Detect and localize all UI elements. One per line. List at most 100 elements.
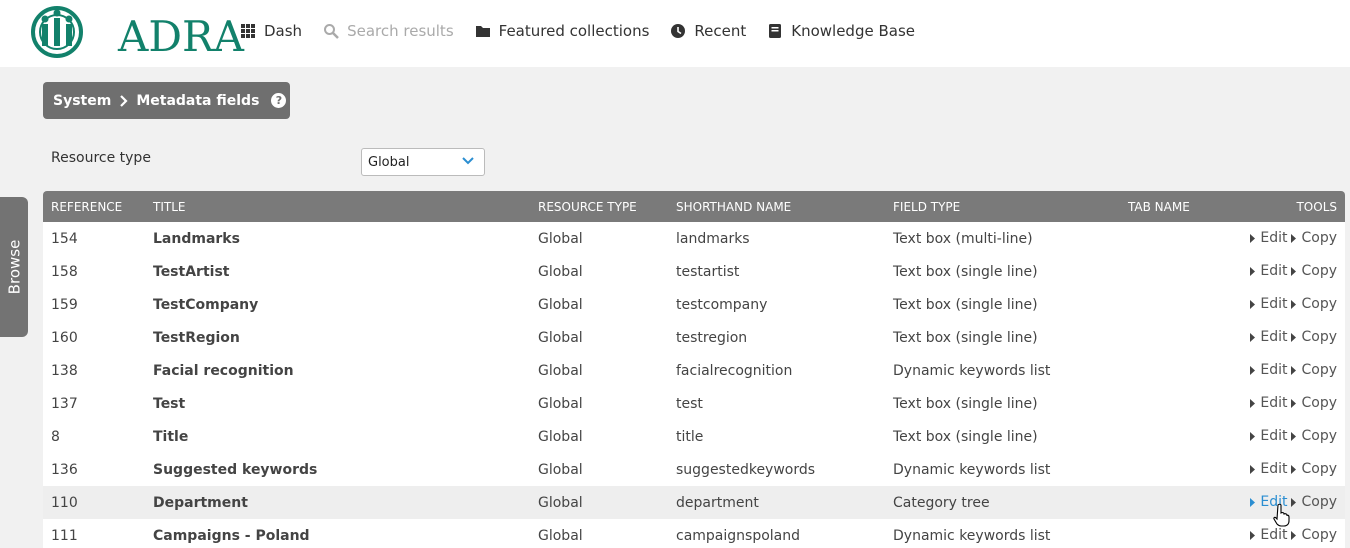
- copy-link[interactable]: Copy: [1291, 428, 1337, 444]
- edit-link[interactable]: Edit: [1250, 362, 1287, 378]
- cell-field-type: Dynamic keywords list: [893, 362, 1051, 379]
- edit-link[interactable]: Edit: [1250, 428, 1287, 444]
- copy-link[interactable]: Copy: [1291, 527, 1337, 543]
- logo-text: ADRA: [118, 12, 244, 61]
- copy-link-label: Copy: [1301, 428, 1337, 445]
- table-row: 110 Department Global department Category tr…: [43, 486, 1345, 519]
- table-row: 159 TestCompany Global testcompany Text box …: [43, 288, 1345, 321]
- cell-tools: Edit Copy: [1225, 255, 1345, 288]
- resource-type-value: Global: [368, 155, 410, 170]
- col-tab-name[interactable]: TAB NAME: [1120, 191, 1225, 222]
- copy-link[interactable]: Copy: [1291, 329, 1337, 345]
- main-nav: Dash Search results Featured collections…: [240, 22, 936, 40]
- cell-tools: Edit Copy: [1225, 453, 1345, 486]
- cell-field-type: Dynamic keywords list: [893, 527, 1051, 544]
- cell-title: TestRegion: [153, 329, 240, 346]
- adra-logo[interactable]: ADRA: [22, 6, 244, 60]
- edit-link[interactable]: Edit: [1250, 263, 1287, 279]
- edit-link[interactable]: Edit: [1250, 461, 1287, 477]
- caret-right-icon: [1250, 233, 1256, 243]
- chevron-right-icon: [119, 94, 128, 107]
- cell-title: Campaigns - Poland: [153, 527, 310, 544]
- copy-link-label: Copy: [1301, 362, 1337, 379]
- copy-link[interactable]: Copy: [1291, 230, 1337, 246]
- copy-link[interactable]: Copy: [1291, 395, 1337, 411]
- cell-tab-name: [1120, 486, 1225, 519]
- cell-resource-type: Global: [538, 263, 583, 280]
- cell-reference: 110: [51, 494, 78, 511]
- cell-title: Title: [153, 428, 189, 445]
- copy-link[interactable]: Copy: [1291, 296, 1337, 312]
- copy-link[interactable]: Copy: [1291, 461, 1337, 477]
- copy-link-label: Copy: [1301, 527, 1337, 544]
- cell-title: Test: [153, 395, 186, 412]
- nav-search-results-label: Search results: [347, 22, 454, 40]
- caret-right-icon: [1250, 497, 1256, 507]
- nav-dash[interactable]: Dash: [240, 22, 302, 40]
- nav-featured-collections[interactable]: Featured collections: [475, 22, 649, 40]
- cell-resource-type: Global: [538, 395, 583, 412]
- copy-link[interactable]: Copy: [1291, 494, 1337, 510]
- cell-field-type: Text box (single line): [893, 329, 1038, 346]
- breadcrumb: System Metadata fields ?: [43, 82, 290, 119]
- breadcrumb-system[interactable]: System: [53, 93, 111, 109]
- nav-knowledge-base[interactable]: Knowledge Base: [767, 22, 915, 40]
- table-row: 160 TestRegion Global testregion Text box (s…: [43, 321, 1345, 354]
- cell-shorthand-name: testartist: [676, 263, 740, 280]
- copy-link-label: Copy: [1301, 296, 1337, 313]
- browse-tab[interactable]: Browse: [0, 197, 28, 337]
- cell-tools: Edit Copy: [1225, 519, 1345, 548]
- edit-link-label: Edit: [1260, 428, 1288, 445]
- help-icon[interactable]: ?: [271, 93, 287, 108]
- cell-tools: Edit Copy: [1225, 222, 1345, 255]
- table-row: 8 Title Global title Text box (single line) E…: [43, 420, 1345, 453]
- cell-tools: Edit Copy: [1225, 321, 1345, 354]
- nav-search-results[interactable]: Search results: [323, 22, 454, 40]
- cell-tab-name: [1120, 387, 1225, 420]
- clock-icon: [671, 24, 686, 38]
- edit-link[interactable]: Edit: [1250, 527, 1287, 543]
- cell-resource-type: Global: [538, 296, 583, 313]
- edit-link[interactable]: Edit: [1250, 395, 1287, 411]
- browse-tab-label: Browse: [5, 239, 23, 295]
- cell-resource-type: Global: [538, 461, 583, 478]
- caret-right-icon: [1291, 233, 1297, 243]
- copy-link-label: Copy: [1301, 461, 1337, 478]
- col-shorthand-name[interactable]: SHORTHAND NAME: [668, 191, 885, 222]
- cell-shorthand-name: facialrecognition: [676, 362, 793, 379]
- col-field-type[interactable]: FIELD TYPE: [885, 191, 1120, 222]
- cell-shorthand-name: landmarks: [676, 230, 750, 247]
- cell-reference: 160: [51, 329, 78, 346]
- copy-link[interactable]: Copy: [1291, 263, 1337, 279]
- cell-reference: 137: [51, 395, 78, 412]
- caret-right-icon: [1291, 497, 1297, 507]
- caret-right-icon: [1250, 530, 1256, 540]
- cell-title: Facial recognition: [153, 362, 294, 379]
- edit-link[interactable]: Edit: [1250, 296, 1287, 312]
- cell-field-type: Text box (single line): [893, 296, 1038, 313]
- cell-resource-type: Global: [538, 230, 583, 247]
- caret-right-icon: [1291, 299, 1297, 309]
- metadata-fields-table: REFERENCE TITLE RESOURCE TYPE SHORTHAND …: [43, 191, 1345, 548]
- edit-link-label: Edit: [1260, 461, 1288, 478]
- cell-shorthand-name: testcompany: [676, 296, 768, 313]
- edit-link-label: Edit: [1260, 362, 1288, 379]
- breadcrumb-current: Metadata fields: [136, 92, 260, 109]
- copy-link[interactable]: Copy: [1291, 362, 1337, 378]
- col-reference[interactable]: REFERENCE: [43, 191, 145, 222]
- edit-link[interactable]: Edit: [1250, 329, 1287, 345]
- col-resource-type[interactable]: RESOURCE TYPE: [530, 191, 668, 222]
- edit-link[interactable]: Edit: [1250, 494, 1287, 510]
- resource-type-select[interactable]: Global: [361, 148, 485, 176]
- cell-shorthand-name: title: [676, 428, 704, 445]
- cell-shorthand-name: suggestedkeywords: [676, 461, 816, 478]
- cell-reference: 8: [51, 428, 60, 445]
- nav-recent-label: Recent: [694, 22, 747, 40]
- col-title[interactable]: TITLE: [145, 191, 530, 222]
- nav-recent[interactable]: Recent: [670, 22, 746, 40]
- edit-link[interactable]: Edit: [1250, 230, 1287, 246]
- edit-link-label: Edit: [1260, 230, 1288, 247]
- cell-title: Suggested keywords: [153, 461, 318, 478]
- cell-tab-name: [1120, 420, 1225, 453]
- cell-field-type: Category tree: [893, 494, 990, 511]
